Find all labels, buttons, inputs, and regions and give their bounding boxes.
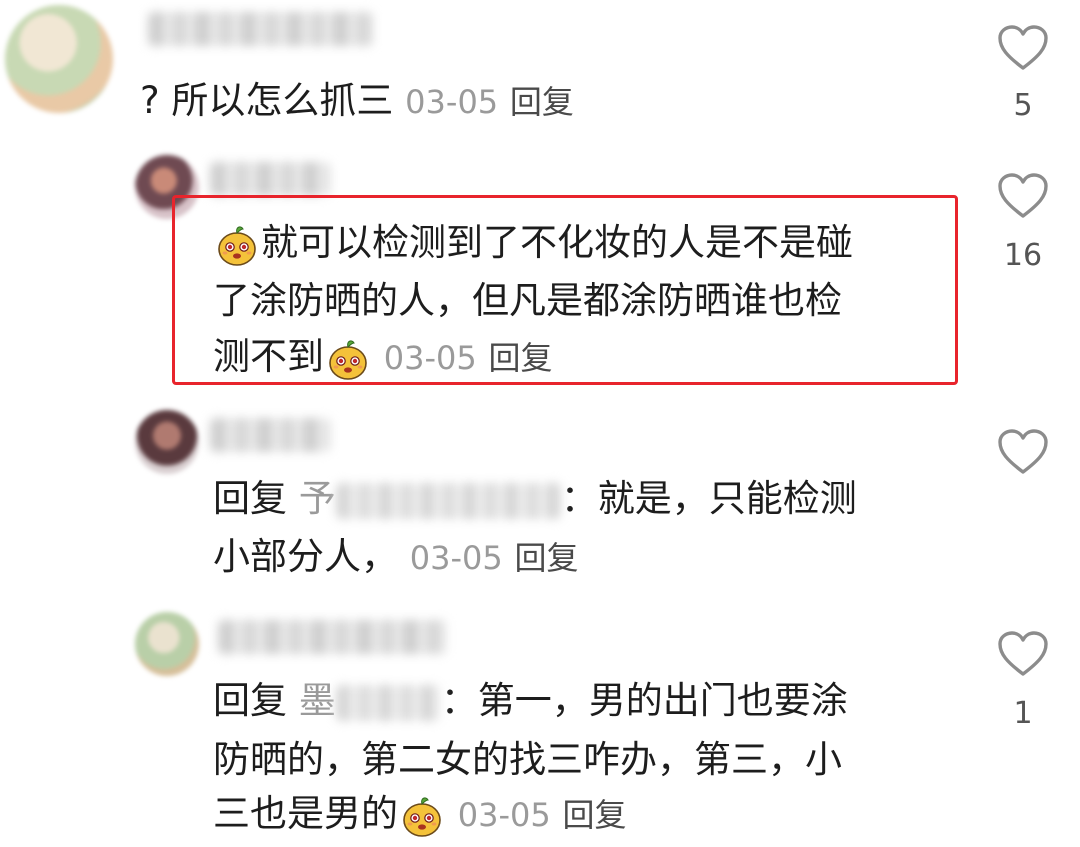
mention[interactable]: 予 (299, 477, 561, 520)
comment-date: 03-05 (409, 539, 503, 577)
comment-text: 测不到 03-05 回复 (213, 328, 553, 387)
username[interactable] (148, 12, 373, 46)
heart-outline-icon[interactable] (997, 428, 1049, 476)
comment-text: 回复 予 ：就是，只能检测 (213, 470, 857, 527)
mention-start: 予 (298, 477, 336, 520)
heart-outline-icon[interactable] (997, 24, 1049, 72)
username[interactable] (218, 620, 448, 654)
comment-line: 就可以检测到了不化妆的人是不是碰 (261, 221, 853, 264)
mention-blur (335, 684, 441, 721)
reply-button[interactable]: 回复 (489, 339, 553, 377)
reply-button[interactable]: 回复 (510, 83, 574, 121)
reply-prefix: 回复 (213, 679, 287, 722)
comment-line: 防晒的，第二女的找三咋办，第三，小 (213, 738, 842, 781)
comment-text: 回复 墨 ：第一，男的出门也要涂 (213, 672, 848, 729)
comment-body: ：就是，只能检测 (560, 477, 857, 520)
like-count: 5 (1013, 88, 1033, 123)
like-count: 1 (1013, 696, 1033, 731)
heart-outline-icon[interactable] (997, 630, 1049, 678)
username[interactable] (210, 418, 330, 452)
comment-body: ：第一，男的出门也要涂 (440, 679, 848, 722)
comment-text: 三也是男的 03-05 回复 (213, 785, 627, 844)
avatar[interactable] (135, 410, 199, 474)
comment-text: 就可以检测到了不化妆的人是不是碰 (213, 214, 853, 271)
comment-line: 测不到 (213, 335, 324, 378)
comment-line: 了涂防晒的人，但凡是都涂防晒谁也检 (213, 279, 842, 322)
mention-start: 墨 (298, 679, 336, 722)
mango-emoji-icon (326, 337, 370, 381)
comment-body: 所以怎么抓三 (171, 79, 394, 122)
reply-prefix: 回复 (213, 477, 287, 520)
heart-outline-icon[interactable] (997, 172, 1049, 220)
mango-emoji-icon (400, 794, 444, 838)
comment-date: 03-05 (457, 796, 551, 834)
mango-emoji-icon (215, 223, 259, 267)
comment-line: 小部分人， (213, 535, 398, 578)
avatar[interactable] (5, 5, 113, 113)
comment-text: 小部分人， 03-05 回复 (213, 528, 579, 587)
comment-text: 了涂防晒的人，但凡是都涂防晒谁也检 (213, 272, 842, 329)
comment-line: 三也是男的 (213, 792, 398, 835)
comment-text: 防晒的，第二女的找三咋办，第三，小 (213, 731, 842, 788)
avatar[interactable] (135, 612, 199, 676)
comment-prefix: ? (140, 79, 160, 122)
reply-button[interactable]: 回复 (515, 539, 579, 577)
comment-date: 03-05 (405, 83, 499, 121)
reply-button[interactable]: 回复 (563, 796, 627, 834)
like-count: 16 (1003, 238, 1043, 273)
comment-date: 03-05 (383, 339, 477, 377)
mention[interactable]: 墨 (299, 679, 441, 722)
mention-blur (335, 482, 561, 519)
username[interactable] (210, 162, 330, 196)
comment-text: ? 所以怎么抓三 03-05 回复 (140, 72, 574, 131)
